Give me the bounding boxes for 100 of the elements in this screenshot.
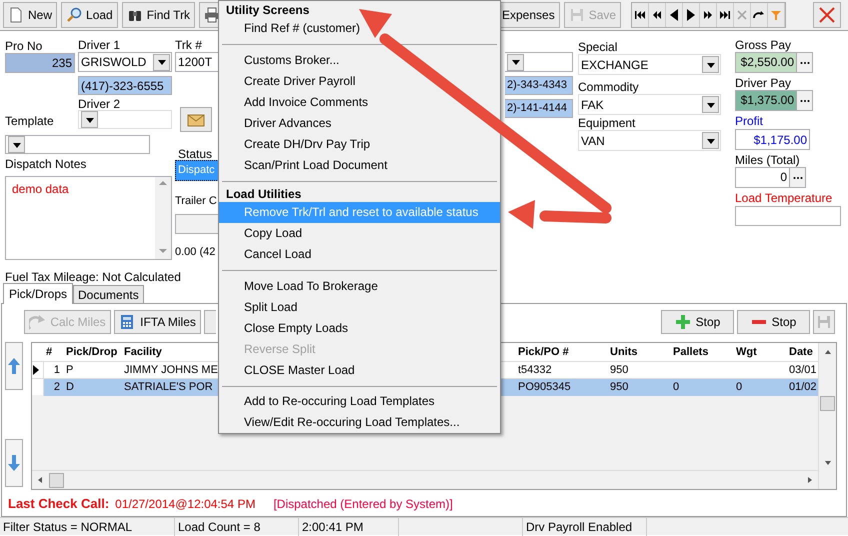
calculator-icon (119, 314, 136, 330)
dropdown-button[interactable] (702, 132, 719, 149)
select-value: FAK (581, 96, 604, 114)
move-up-button[interactable] (5, 342, 23, 390)
menu-item[interactable]: Cancel Load (219, 244, 500, 265)
email-button[interactable] (180, 107, 212, 132)
menu-item[interactable]: Find Ref # (customer) (219, 18, 500, 39)
vertical-scrollbar[interactable] (818, 343, 836, 489)
menu-item[interactable]: CLOSE Master Load (219, 360, 500, 380)
grid-cell-text: PO905345 (517, 380, 572, 395)
equipment-select[interactable]: VAN (578, 130, 721, 151)
grid-cell-text: 2 (52, 380, 61, 395)
close-button[interactable] (813, 2, 841, 28)
ellipsis-icon (800, 98, 810, 102)
first-record-button[interactable] (632, 3, 650, 27)
dropdown-button[interactable] (8, 136, 25, 153)
add-stop-button[interactable]: Stop (661, 310, 734, 334)
special-select[interactable]: EXCHANGE (578, 54, 721, 75)
dropdown-button[interactable] (81, 111, 98, 128)
column-header[interactable]: Facility (122, 344, 219, 360)
dropdown-button[interactable] (507, 54, 524, 70)
amount-text: $2,550.00 (736, 53, 796, 72)
temperature-field[interactable] (735, 206, 841, 226)
column-header[interactable]: Wgt (734, 344, 787, 360)
column-header[interactable]: Pallets (671, 344, 734, 360)
miles-field[interactable]: 0 (735, 167, 806, 188)
menu-item[interactable]: Create DH/Drv Pay Trip (219, 134, 500, 154)
column-header[interactable]: # (44, 344, 64, 360)
grid-cell-text: 0 (735, 380, 744, 395)
scrollbar-icon (155, 177, 171, 259)
remove-stop-button[interactable]: Stop (737, 310, 810, 334)
menu-item[interactable]: Add to Re-occuring Load Templates (219, 391, 500, 412)
horizontal-scrollbar[interactable] (32, 470, 818, 489)
scroll-thumb[interactable] (49, 472, 64, 488)
field-label: Driver 1 (78, 39, 122, 51)
column-header[interactable]: Pick/PO # (516, 344, 608, 360)
refresh-icon (29, 314, 46, 330)
select-value: EXCHANGE (581, 56, 648, 74)
field-label: Driver Pay (735, 77, 792, 89)
ellipsis-icon (792, 176, 802, 180)
driver-select[interactable]: GRISWOLD (78, 52, 172, 72)
status-text: Filter Status = NORMAL (0, 518, 175, 536)
column-header[interactable]: Date (787, 344, 818, 360)
status-text: Drv Payroll Enabled (523, 518, 647, 536)
column-header[interactable]: Pick/Drop (64, 344, 122, 360)
grid-cell-text: SATRIALE'S POR (123, 380, 214, 395)
move-down-button[interactable] (5, 439, 23, 487)
last-record-button[interactable] (717, 3, 734, 27)
tab[interactable]: Pick/Drops (3, 283, 74, 304)
dropdown-button[interactable] (702, 56, 719, 73)
commodity-select[interactable]: FAK (578, 94, 721, 115)
magnifier-icon (66, 7, 82, 23)
scroll-thumb[interactable] (820, 396, 835, 411)
field-label: Gross Pay (735, 39, 792, 51)
phone-field[interactable]: 2)-141-4144 (505, 99, 573, 118)
status-text: 2:00:41 PM (299, 518, 399, 536)
menu-item[interactable]: Driver Advances (219, 112, 500, 134)
field-label: Equipment (578, 117, 636, 129)
tab[interactable]: Documents (73, 285, 144, 303)
rewind-button[interactable] (649, 3, 666, 27)
check-call-label: Last Check Call: (8, 495, 110, 514)
driver-pay-field[interactable]: $1,375.00 (735, 90, 813, 111)
find-truck-button[interactable]: Find Trk (122, 2, 196, 28)
redo-button[interactable] (751, 3, 768, 27)
fast-forward-button[interactable] (700, 3, 718, 27)
load-button[interactable]: Load (61, 2, 118, 28)
menu-item[interactable]: Create Driver Payroll (219, 70, 500, 92)
status-text: Load Count = 8 (175, 518, 299, 536)
dropdown-button[interactable] (702, 96, 719, 113)
field-label: Pro No (5, 40, 44, 52)
menu-item[interactable]: View/Edit Re-occuring Load Templates... (219, 412, 500, 433)
notes-field[interactable]: demo data (5, 176, 172, 260)
menu-item[interactable]: Copy Load (219, 223, 500, 244)
menu-item[interactable]: Close Empty Loads (219, 318, 500, 338)
previous-button[interactable] (666, 3, 684, 27)
ellipsis-icon (800, 60, 810, 64)
ifta-miles-button[interactable]: IFTA Miles (114, 310, 201, 334)
menu-item[interactable]: Move Load To Brokerage (219, 276, 500, 296)
menu-item[interactable]: Add Invoice Comments (219, 92, 500, 112)
menu-item[interactable]: Split Load (219, 296, 500, 318)
field-label: Commodity (578, 81, 640, 93)
more-button[interactable] (796, 53, 812, 72)
gross-pay-field[interactable]: $2,550.00 (735, 52, 813, 73)
grid-cell-text: P (65, 362, 74, 378)
menu-header: Load Utilities (226, 187, 302, 201)
select-field[interactable] (505, 52, 573, 72)
phone-field[interactable]: (417)-323-6555 (78, 76, 172, 95)
more-button[interactable] (789, 168, 805, 187)
grid-cell-text: 03/01 (788, 362, 818, 378)
new-button[interactable]: New (3, 2, 58, 28)
check-call-status: [Dispatched (Entered by System)] (273, 496, 453, 513)
column-header[interactable]: Units (608, 344, 671, 360)
menu-item[interactable]: Scan/Print Load Document (219, 154, 500, 176)
more-button[interactable] (796, 91, 812, 110)
field-label: Status (178, 148, 214, 160)
next-button[interactable] (683, 3, 700, 27)
phone-field[interactable]: 2)-343-4343 (505, 76, 573, 95)
amount-text: $1,375.00 (736, 91, 796, 110)
pro-number-field[interactable]: 235 (5, 53, 75, 73)
dropdown-button[interactable] (153, 54, 170, 70)
